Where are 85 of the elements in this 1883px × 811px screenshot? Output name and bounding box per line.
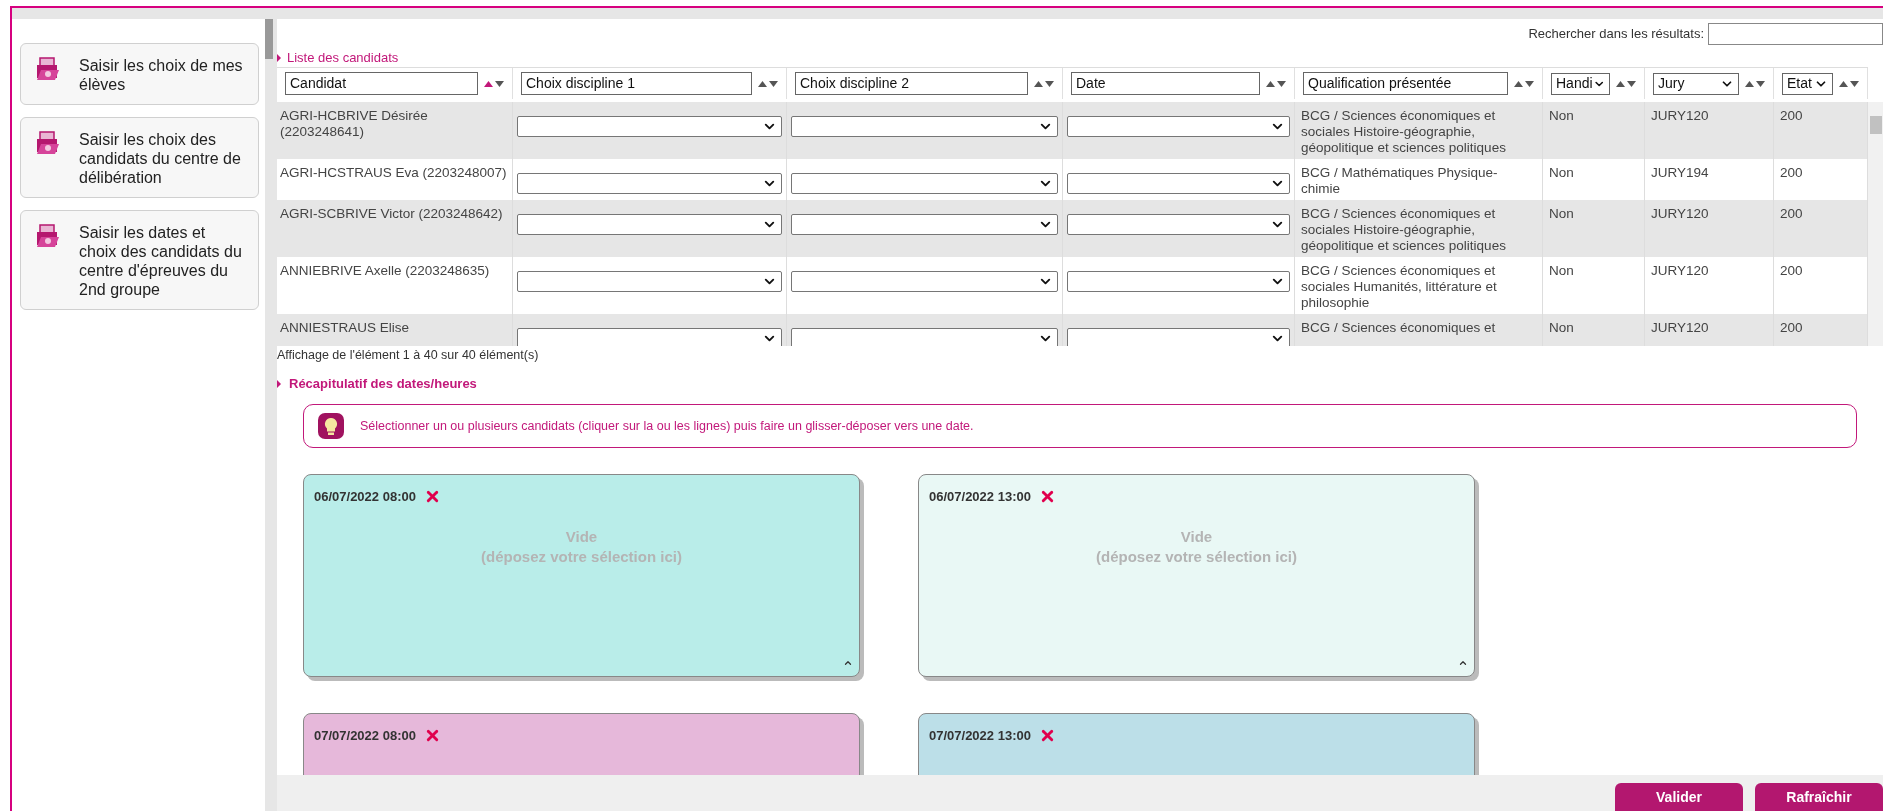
table-cell: JURY120 xyxy=(1651,320,1709,335)
sort-icon[interactable] xyxy=(1034,78,1054,89)
table-cell: Non xyxy=(1549,206,1574,221)
table-cell: ANNIESTRAUS Elise xyxy=(280,320,410,335)
dropdown-field[interactable] xyxy=(517,214,782,235)
slot-date: 06/07/2022 08:00 xyxy=(314,488,416,506)
table-row[interactable]: AGRI-HCSTRAUS Eva (2203248007) BCG / Mathématiques Physique-chimie Non JURY194 200 xyxy=(277,159,1868,200)
slot-date: 07/07/2022 13:00 xyxy=(929,727,1031,745)
sidebar-menu-button[interactable]: Saisir les choix de mes élèves xyxy=(20,43,259,105)
dropdown-field[interactable] xyxy=(791,214,1058,235)
table-cell: 200 xyxy=(1780,206,1803,221)
column-filter-field[interactable]: Choix discipline 1 xyxy=(521,72,752,95)
dropdown-field[interactable] xyxy=(1067,214,1290,235)
collapse-icon[interactable] xyxy=(843,658,853,668)
sort-icon[interactable] xyxy=(1839,78,1859,89)
panel-splitter[interactable] xyxy=(265,19,277,811)
dropdown-field[interactable] xyxy=(791,116,1058,137)
dropdown-field[interactable] xyxy=(1067,116,1290,137)
column-filter-field[interactable]: Candidat xyxy=(285,72,478,95)
table-cell: 200 xyxy=(1780,165,1803,180)
slot-date: 07/07/2022 08:00 xyxy=(314,727,416,745)
dropdown-field[interactable] xyxy=(1067,328,1290,346)
table-row[interactable]: AGRI-SCBRIVE Victor (2203248642) BCG / Sciences économiques et sociales Histoire-géographie, géopolitique et sciences politiques Non JURY120 200 xyxy=(277,200,1868,257)
column-filter-dropdown[interactable]: Handi xyxy=(1551,72,1610,95)
sidebar-menu-button[interactable]: Saisir les choix des candidats du centre de délibération xyxy=(20,117,259,198)
sort-icon[interactable] xyxy=(1616,78,1636,89)
drop-hint-text: (déposez votre sélection ici) xyxy=(481,546,682,567)
table-cell: 200 xyxy=(1780,320,1803,335)
dropdown-field[interactable] xyxy=(517,173,782,194)
empty-slot-text: Vide xyxy=(1180,526,1213,547)
lightbulb-icon xyxy=(318,413,344,439)
dropdown-field[interactable] xyxy=(791,271,1058,292)
section-title: Liste des candidats xyxy=(287,49,399,68)
sort-icon[interactable] xyxy=(1514,78,1534,89)
hint-text: Sélectionner un ou plusieurs candidats (cliquer sur la ou les lignes) puis faire un glisser-déposer vers une date. xyxy=(360,417,974,435)
slot-date: 06/07/2022 13:00 xyxy=(929,488,1031,506)
table-cell: 200 xyxy=(1780,263,1803,278)
table-row[interactable]: ANNIEBRIVE Axelle (2203248635) BCG / Sciences économiques et sociales Humanités, littérature et philosophie Non JURY120 200 xyxy=(277,257,1868,314)
dropdown-field[interactable] xyxy=(791,328,1058,346)
column-filter-dropdown[interactable]: Jury xyxy=(1653,72,1739,95)
sort-icon[interactable] xyxy=(758,78,778,89)
dropdown-field[interactable] xyxy=(517,116,782,137)
dropdown-field[interactable] xyxy=(791,173,1058,194)
column-filter-field[interactable]: Qualification présentée xyxy=(1303,72,1508,95)
section-title: Récapitulatif des dates/heures xyxy=(289,375,477,394)
action-button[interactable]: Rafraîchir xyxy=(1755,783,1883,811)
table-cell: Non xyxy=(1549,320,1574,335)
table-cell: BCG / Mathématiques Physique-chimie xyxy=(1301,165,1498,196)
scrollbar[interactable] xyxy=(1868,102,1883,346)
table-cell: BCG / Sciences économiques et sociales Histoire-géographie, géopolitique et sciences politiques xyxy=(1301,206,1506,253)
table-cell: JURY120 xyxy=(1651,263,1709,278)
dropdown-field[interactable] xyxy=(1067,173,1290,194)
search-field[interactable] xyxy=(1708,23,1883,45)
table-cell: ANNIEBRIVE Axelle (2203248635) xyxy=(280,263,490,278)
sort-icon[interactable] xyxy=(484,78,504,89)
sort-icon[interactable] xyxy=(1745,78,1765,89)
sort-icon[interactable] xyxy=(1266,78,1286,89)
dropdown-field[interactable] xyxy=(517,271,782,292)
table-cell: BCG / Sciences économiques et xyxy=(1301,320,1496,335)
table-cell: AGRI-HCSTRAUS Eva (2203248007) xyxy=(280,165,507,180)
table-cell: JURY120 xyxy=(1651,108,1709,123)
table-row[interactable]: AGRI-HCBRIVE Désirée (2203248641) BCG / Sciences économiques et sociales Histoire-géographie, géopolitique et sciences politiques Non JURY120 200 xyxy=(277,102,1868,159)
column-filter-dropdown[interactable]: Etat xyxy=(1782,72,1833,95)
dropdown-field[interactable] xyxy=(1067,271,1290,292)
dropdown-field[interactable] xyxy=(517,328,782,346)
table-cell: BCG / Sciences économiques et sociales Humanités, littérature et philosophie xyxy=(1301,263,1497,310)
table-cell: Non xyxy=(1549,263,1574,278)
action-button[interactable]: Valider xyxy=(1615,783,1743,811)
search-label: Rechercher dans les résultats: xyxy=(1528,25,1704,44)
table-cell: BCG / Sciences économiques et sociales Histoire-géographie, géopolitique et sciences politiques xyxy=(1301,108,1506,155)
column-filter-field[interactable]: Date xyxy=(1071,72,1260,95)
sidebar-menu-button[interactable]: Saisir les dates et choix des candidats du centre d'épreuves du 2nd groupe xyxy=(20,210,259,310)
table-cell: JURY194 xyxy=(1651,165,1709,180)
table-cell: Non xyxy=(1549,108,1574,123)
table-cell: AGRI-SCBRIVE Victor (2203248642) xyxy=(280,206,503,221)
table-info-text: Affichage de l'élément 1 à 40 sur 40 élément(s) xyxy=(277,347,540,364)
table-row[interactable]: ANNIESTRAUS Elise BCG / Sciences économiques et Non JURY120 200 xyxy=(277,314,1868,346)
table-cell: 200 xyxy=(1780,108,1803,123)
drop-hint-text: (déposez votre sélection ici) xyxy=(1096,546,1297,567)
collapse-icon[interactable] xyxy=(1458,658,1468,668)
table-cell: AGRI-HCBRIVE Désirée (2203248641) xyxy=(280,108,428,139)
empty-slot-text: Vide xyxy=(565,526,598,547)
table-cell: Non xyxy=(1549,165,1574,180)
table-cell: JURY120 xyxy=(1651,206,1709,221)
column-filter-field[interactable]: Choix discipline 2 xyxy=(795,72,1028,95)
